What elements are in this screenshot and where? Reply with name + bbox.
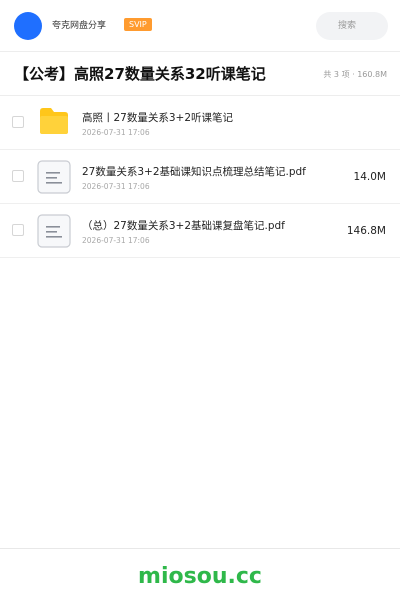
- file-date: 2026-07-31 17:06: [82, 236, 150, 245]
- footer: miosou.cc: [0, 548, 400, 600]
- file-name: 27数量关系3+2基础课知识点梳理总结笔记.pdf: [82, 166, 306, 178]
- file-name: 高照丨27数量关系3+2听课笔记: [82, 112, 234, 124]
- select-checkbox[interactable]: [12, 224, 24, 236]
- list-item[interactable]: 高照丨27数量关系3+2听课笔记 2026-07-31 17:06: [0, 96, 400, 150]
- top-bar: 夸克网盘分享 SVIP: [0, 0, 400, 52]
- folder-icon: [40, 108, 68, 134]
- document-icon: [37, 214, 71, 248]
- search-input[interactable]: [316, 12, 388, 40]
- item-summary: 共 3 项 · 160.8M: [323, 70, 387, 79]
- file-date: 2026-07-31 17:06: [82, 128, 150, 137]
- select-checkbox[interactable]: [12, 170, 24, 182]
- file-size: 146.8M: [346, 225, 386, 237]
- page-title: 【公考】高照27数量关系32听课笔记: [14, 65, 266, 83]
- file-name: （总）27数量关系3+2基础课复盘笔记.pdf: [82, 220, 285, 232]
- brand-name: 夸克网盘分享: [52, 21, 107, 31]
- select-checkbox[interactable]: [12, 116, 24, 128]
- file-date: 2026-07-31 17:06: [82, 182, 150, 191]
- svip-badge: SVIP: [124, 18, 152, 31]
- site-watermark[interactable]: miosou.cc: [138, 563, 262, 591]
- file-size: 14.0M: [353, 171, 386, 183]
- document-icon: [37, 160, 71, 194]
- list-item[interactable]: （总）27数量关系3+2基础课复盘笔记.pdf 2026-07-31 17:06…: [0, 204, 400, 258]
- list-item[interactable]: 27数量关系3+2基础课知识点梳理总结笔记.pdf 2026-07-31 17:…: [0, 150, 400, 204]
- avatar[interactable]: [14, 12, 42, 40]
- folder-title-bar: 【公考】高照27数量关系32听课笔记 共 3 项 · 160.8M: [0, 52, 400, 96]
- file-list: 高照丨27数量关系3+2听课笔记 2026-07-31 17:06 27数量关系…: [0, 96, 400, 258]
